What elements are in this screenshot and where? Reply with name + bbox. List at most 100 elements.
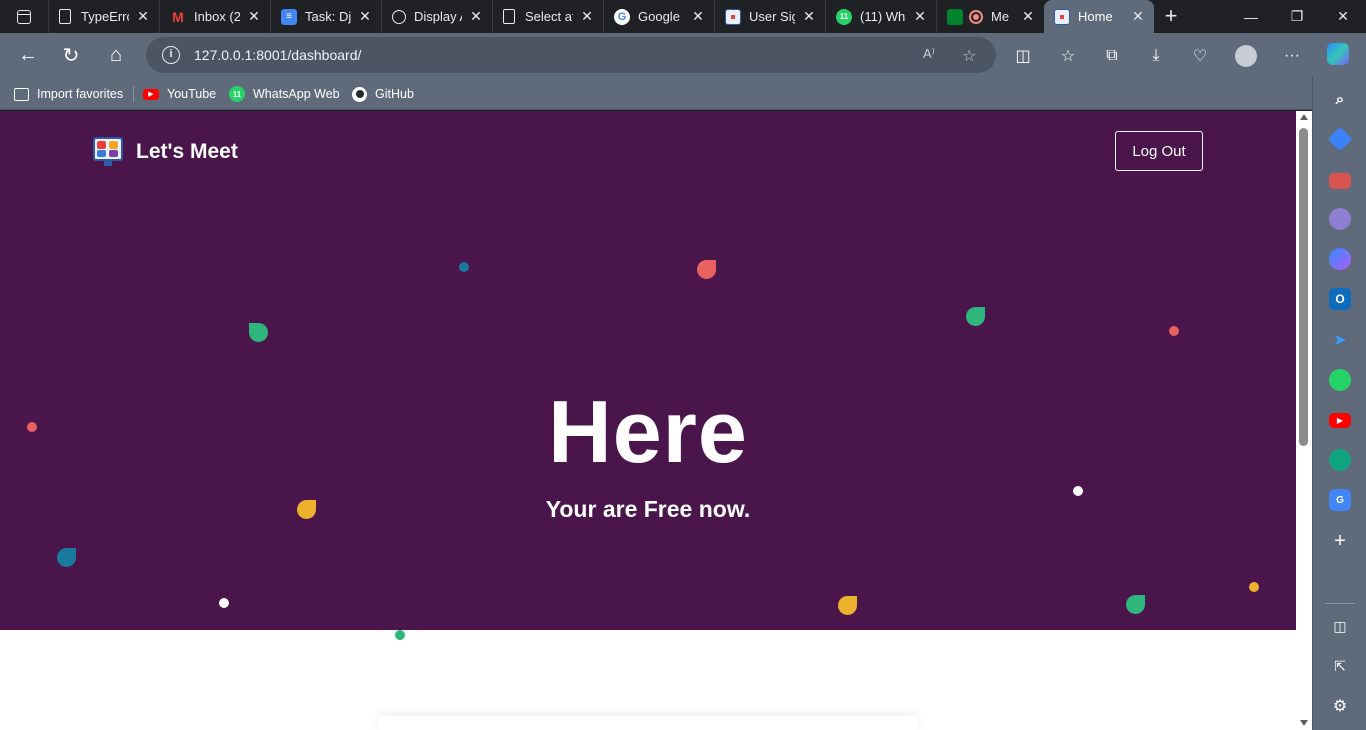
open-external-icon[interactable]: ⇱	[1329, 655, 1351, 677]
tab-title: Home	[1078, 9, 1113, 24]
sidebar-divider	[1325, 603, 1355, 604]
close-window-button[interactable]: ✕	[1320, 0, 1366, 33]
tab-title: Inbox (2	[194, 9, 240, 24]
letsmeet-icon	[725, 8, 741, 25]
browser-essentials-icon[interactable]: ♡	[1189, 45, 1211, 67]
split-screen-icon[interactable]: ◫	[1012, 45, 1034, 67]
refresh-button[interactable]: ↻	[57, 41, 85, 69]
chatgpt-icon[interactable]	[1329, 449, 1351, 471]
more-menu-icon[interactable]: ···	[1281, 45, 1303, 67]
bookmark-label: WhatsApp Web	[253, 87, 340, 101]
scroll-up-arrow-icon[interactable]	[1300, 114, 1308, 120]
github-icon	[352, 86, 367, 102]
import-favorites-icon	[14, 87, 29, 101]
favorite-star-icon[interactable]: ☆	[962, 46, 976, 66]
document-icon	[59, 9, 71, 24]
tab-inbox[interactable]: M Inbox (2 ✕	[159, 0, 270, 33]
tab-user-signup[interactable]: User Sig ✕	[714, 0, 825, 33]
confetti-dot	[219, 598, 229, 608]
close-icon[interactable]: ✕	[579, 8, 595, 25]
close-icon[interactable]: ✕	[357, 8, 373, 25]
browser-window: TypeErro ✕ M Inbox (2 ✕ ≡ Task: Dj ✕ Dis…	[0, 0, 1366, 730]
outlook-icon[interactable]: O	[1329, 288, 1351, 310]
letsmeet-icon	[1054, 8, 1070, 25]
bookmark-label: GitHub	[375, 87, 414, 101]
tab-whatsapp[interactable]: 11 (11) Wha ✕	[825, 0, 936, 33]
close-icon[interactable]: ✕	[468, 8, 484, 25]
address-bar[interactable]: i 127.0.0.1:8001/dashboard/ A⁾ ☆	[146, 37, 996, 73]
send-plane-icon[interactable]: ➤	[1329, 329, 1351, 351]
copilot-icon[interactable]	[1327, 43, 1349, 65]
search-icon[interactable]: ⌕	[1329, 88, 1351, 110]
tab-actions-icon[interactable]	[8, 5, 40, 29]
brand[interactable]: Let's Meet	[92, 137, 238, 167]
google-translate-icon[interactable]: G	[1329, 489, 1351, 511]
tab-home[interactable]: Home ✕	[1044, 0, 1154, 33]
back-button[interactable]: ←	[14, 41, 42, 69]
new-tab-button[interactable]: +	[1158, 4, 1184, 30]
address-toolbar: ← ↻ ⌂ i 127.0.0.1:8001/dashboard/ A⁾ ☆ ◫…	[0, 33, 1366, 77]
settings-gear-icon[interactable]: ⚙	[1329, 695, 1351, 717]
gmail-icon: M	[172, 8, 184, 25]
tab-display[interactable]: Display A ✕	[381, 0, 492, 33]
scroll-down-arrow-icon[interactable]	[1300, 720, 1308, 726]
letsmeet-logo-icon	[92, 137, 124, 167]
url-text[interactable]: 127.0.0.1:8001/dashboard/	[194, 47, 361, 63]
close-icon[interactable]: ✕	[246, 8, 262, 25]
document-icon	[503, 9, 515, 24]
tab-title: Task: Dj	[305, 9, 351, 24]
hide-sidebar-icon[interactable]: ◫	[1329, 615, 1351, 637]
minimize-button[interactable]: —	[1228, 0, 1274, 33]
page-scrollbar[interactable]	[1296, 111, 1312, 730]
shopping-tag-icon[interactable]	[1327, 126, 1353, 152]
restore-button[interactable]: ❐	[1274, 0, 1320, 33]
confetti-dot	[459, 262, 469, 272]
hero-section: Let's Meet Log Out Here Your are Free no…	[0, 111, 1296, 630]
home-button[interactable]: ⌂	[102, 41, 130, 69]
bookmark-youtube[interactable]: ▶ YouTube	[143, 84, 216, 104]
confetti-leaf	[1126, 595, 1145, 614]
hero-title: Here	[548, 382, 748, 481]
close-icon[interactable]: ✕	[690, 8, 706, 25]
scrollbar-thumb[interactable]	[1299, 128, 1308, 446]
brand-name: Let's Meet	[136, 140, 238, 163]
close-icon[interactable]: ✕	[801, 8, 817, 25]
tab-title: Me	[991, 9, 1010, 24]
read-aloud-icon[interactable]: A⁾	[923, 46, 935, 62]
whatsapp-icon[interactable]	[1329, 369, 1351, 391]
tab-typeerror[interactable]: TypeErro ✕	[48, 0, 159, 33]
confetti-dot	[395, 630, 405, 640]
content-card	[378, 716, 918, 730]
close-icon[interactable]: ✕	[135, 8, 151, 25]
tools-briefcase-icon[interactable]	[1329, 173, 1351, 189]
chatgpt-icon	[392, 9, 406, 24]
add-icon[interactable]: +	[1329, 530, 1351, 552]
tab-title: User Sig	[749, 9, 795, 24]
tab-select[interactable]: Select at ✕	[492, 0, 603, 33]
confetti-leaf	[697, 260, 716, 279]
bookmarks-bar: Import favorites ▶ YouTube 11 WhatsApp W…	[0, 77, 1312, 110]
recording-icon	[969, 9, 983, 24]
bookmark-import-favorites[interactable]: Import favorites	[14, 84, 123, 104]
logout-button[interactable]: Log Out	[1115, 131, 1203, 171]
tab-google[interactable]: G Google ✕	[603, 0, 714, 33]
confetti-dot	[1169, 326, 1179, 336]
downloads-icon[interactable]: ⤓	[1145, 45, 1167, 67]
profile-avatar-icon[interactable]	[1235, 45, 1257, 67]
site-info-icon[interactable]: i	[162, 46, 180, 64]
close-icon[interactable]: ✕	[1020, 8, 1036, 25]
confetti-dot	[1073, 486, 1083, 496]
games-icon[interactable]	[1329, 208, 1351, 230]
bookmark-whatsapp-web[interactable]: 11 WhatsApp Web	[229, 84, 340, 104]
favorites-icon[interactable]: ☆	[1057, 45, 1079, 67]
tab-title: TypeErro	[81, 9, 129, 24]
copilot-designer-icon[interactable]	[1329, 248, 1351, 270]
tab-title: Google	[638, 9, 680, 24]
collections-icon[interactable]: ⧉	[1101, 45, 1123, 67]
close-icon[interactable]: ✕	[1130, 8, 1146, 25]
tab-task[interactable]: ≡ Task: Dj ✕	[270, 0, 381, 33]
bookmark-github[interactable]: GitHub	[352, 84, 414, 104]
youtube-icon[interactable]: ▶	[1329, 413, 1351, 428]
close-icon[interactable]: ✕	[912, 8, 928, 25]
tab-meet[interactable]: Me ✕	[936, 0, 1044, 33]
